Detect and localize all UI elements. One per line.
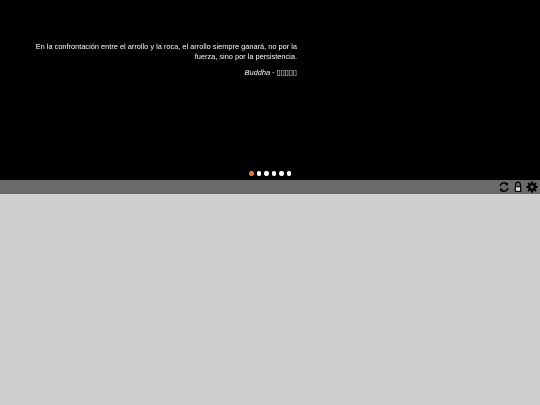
gear-icon — [526, 181, 538, 193]
settings-button[interactable] — [526, 181, 538, 193]
carousel-dot-1[interactable] — [249, 171, 254, 176]
content-area — [0, 194, 540, 405]
carousel-dot-6[interactable] — [286, 171, 291, 176]
quote-block: En la confrontación entre el arrollo y l… — [26, 42, 297, 77]
quote-text: En la confrontación entre el arrollo y l… — [35, 42, 297, 61]
lock-icon — [514, 181, 522, 192]
carousel-dot-2[interactable] — [256, 171, 261, 176]
lock-button[interactable] — [512, 181, 524, 193]
toolbar-icons — [498, 180, 538, 194]
toolbar — [0, 180, 540, 194]
refresh-button[interactable] — [498, 181, 510, 193]
carousel-dot-4[interactable] — [271, 171, 276, 176]
refresh-icon — [499, 182, 509, 192]
quote-author-source: ▯▯▯▯▯ — [276, 68, 297, 77]
quote-attribution: Buddha - ▯▯▯▯▯ — [26, 68, 297, 77]
carousel-dot-3[interactable] — [264, 171, 269, 176]
quote-author: Buddha — [244, 68, 271, 77]
carousel-pagination — [249, 171, 291, 177]
carousel-dot-5[interactable] — [279, 171, 284, 176]
quote-author-separator: - — [270, 68, 277, 77]
quote-hero: En la confrontación entre el arrollo y l… — [0, 0, 540, 180]
